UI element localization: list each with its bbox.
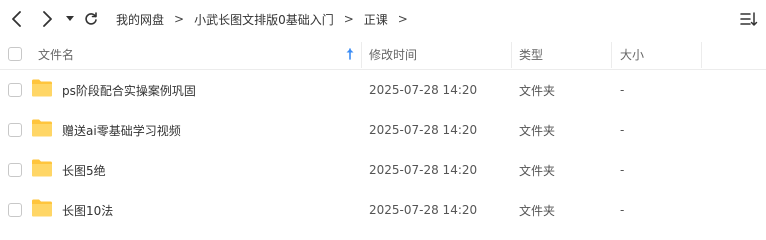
column-divider[interactable]	[511, 42, 512, 68]
forward-arrow-icon[interactable]	[36, 8, 58, 30]
file-type: 文件夹	[519, 123, 556, 138]
breadcrumb-item-current[interactable]: 正课	[360, 11, 392, 28]
folder-icon	[31, 78, 53, 98]
column-header-name[interactable]: 文件名	[38, 38, 74, 70]
select-all-checkbox[interactable]	[8, 47, 22, 61]
modified-time: 2025-07-28 14:20	[369, 123, 478, 137]
table-row[interactable]: 长图10法 2025-07-28 14:20 文件夹 -	[0, 190, 766, 230]
sort-ascending-icon[interactable]	[345, 48, 355, 60]
sort-menu-icon[interactable]	[740, 10, 758, 28]
history-dropdown-icon[interactable]	[62, 8, 78, 30]
breadcrumb-separator: >	[174, 12, 185, 26]
modified-time: 2025-07-28 14:20	[369, 203, 478, 217]
column-header-size[interactable]: 大小	[620, 38, 644, 70]
column-divider[interactable]	[611, 42, 612, 68]
row-checkbox[interactable]	[8, 83, 22, 97]
folder-icon	[31, 118, 53, 138]
row-checkbox[interactable]	[8, 203, 22, 217]
file-name[interactable]: 赠送ai零基础学习视频	[62, 110, 181, 150]
column-header: 文件名 修改时间 类型 大小	[0, 38, 766, 70]
column-divider[interactable]	[701, 42, 702, 68]
breadcrumb: 我的网盘 > 小武长图文排版0基础入门 > 正课 >	[112, 0, 414, 38]
folder-icon	[31, 198, 53, 218]
file-name[interactable]: 长图5绝	[62, 150, 106, 190]
toolbar: 我的网盘 > 小武长图文排版0基础入门 > 正课 >	[0, 0, 766, 38]
folder-icon	[31, 158, 53, 178]
table-row[interactable]: 长图5绝 2025-07-28 14:20 文件夹 -	[0, 150, 766, 190]
modified-time: 2025-07-28 14:20	[369, 83, 478, 97]
file-size: -	[620, 83, 625, 97]
file-name[interactable]: 长图10法	[62, 190, 113, 230]
file-size: -	[620, 163, 625, 177]
column-header-type[interactable]: 类型	[519, 38, 543, 70]
file-type: 文件夹	[519, 163, 556, 178]
row-checkbox[interactable]	[8, 123, 22, 137]
file-name[interactable]: ps阶段配合实操案例巩固	[62, 70, 196, 110]
row-checkbox[interactable]	[8, 163, 22, 177]
breadcrumb-item-course[interactable]: 小武长图文排版0基础入门	[190, 11, 338, 28]
column-divider[interactable]	[361, 42, 362, 68]
table-row[interactable]: 赠送ai零基础学习视频 2025-07-28 14:20 文件夹 -	[0, 110, 766, 150]
file-type: 文件夹	[519, 83, 556, 98]
back-arrow-icon[interactable]	[6, 8, 28, 30]
file-type: 文件夹	[519, 203, 556, 218]
file-size: -	[620, 123, 625, 137]
breadcrumb-separator: >	[343, 12, 354, 26]
modified-time: 2025-07-28 14:20	[369, 163, 478, 177]
column-header-modified[interactable]: 修改时间	[369, 38, 417, 70]
refresh-icon[interactable]	[80, 8, 102, 30]
table-row[interactable]: ps阶段配合实操案例巩固 2025-07-28 14:20 文件夹 -	[0, 70, 766, 110]
breadcrumb-item-my-drive[interactable]: 我的网盘	[112, 11, 168, 28]
file-size: -	[620, 203, 625, 217]
breadcrumb-separator: >	[397, 12, 408, 26]
